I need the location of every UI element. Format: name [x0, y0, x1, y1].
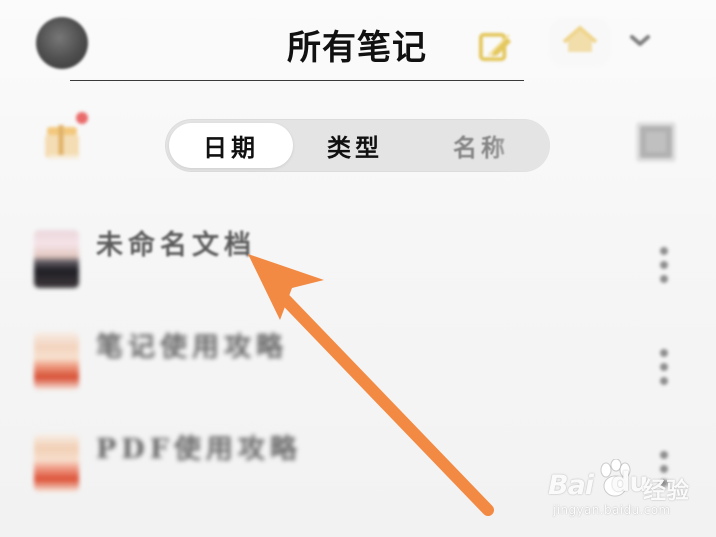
edit-note-icon[interactable] — [477, 26, 516, 65]
note-title: 笔记使用攻略 — [96, 332, 288, 363]
more-vertical-icon[interactable] — [652, 241, 676, 289]
note-thumbnail-icon — [34, 332, 79, 390]
tab-date[interactable]: 日期 — [169, 123, 293, 168]
layout-grid-icon[interactable] — [632, 118, 680, 166]
more-vertical-icon[interactable] — [652, 445, 676, 493]
tab-name[interactable]: 名称 — [419, 123, 543, 168]
note-title: PDF使用攻略 — [96, 434, 302, 465]
page-title: 所有笔记 — [287, 28, 427, 68]
mobile-notes-screen: 所有笔记 日期 类型 名称 未命名文档 笔记使用攻略 PDF使用攻略 Bai d… — [0, 0, 716, 537]
house-cloud-icon[interactable] — [549, 18, 611, 66]
list-item[interactable]: 未命名文档 — [0, 216, 716, 318]
chevron-down-icon[interactable] — [625, 26, 655, 56]
note-title: 未命名文档 — [96, 230, 256, 261]
list-item[interactable]: PDF使用攻略 — [0, 420, 716, 522]
more-vertical-icon[interactable] — [652, 343, 676, 391]
list-item[interactable]: 笔记使用攻略 — [0, 318, 716, 420]
header-title-area: 所有笔记 — [70, 18, 524, 81]
note-list: 未命名文档 笔记使用攻略 PDF使用攻略 — [0, 216, 716, 516]
tab-type[interactable]: 类型 — [293, 123, 417, 168]
note-thumbnail-icon — [34, 434, 79, 492]
segmented-control: 日期 类型 名称 — [165, 119, 550, 172]
gift-notification-icon[interactable] — [37, 108, 95, 168]
note-thumbnail-icon — [34, 230, 79, 288]
